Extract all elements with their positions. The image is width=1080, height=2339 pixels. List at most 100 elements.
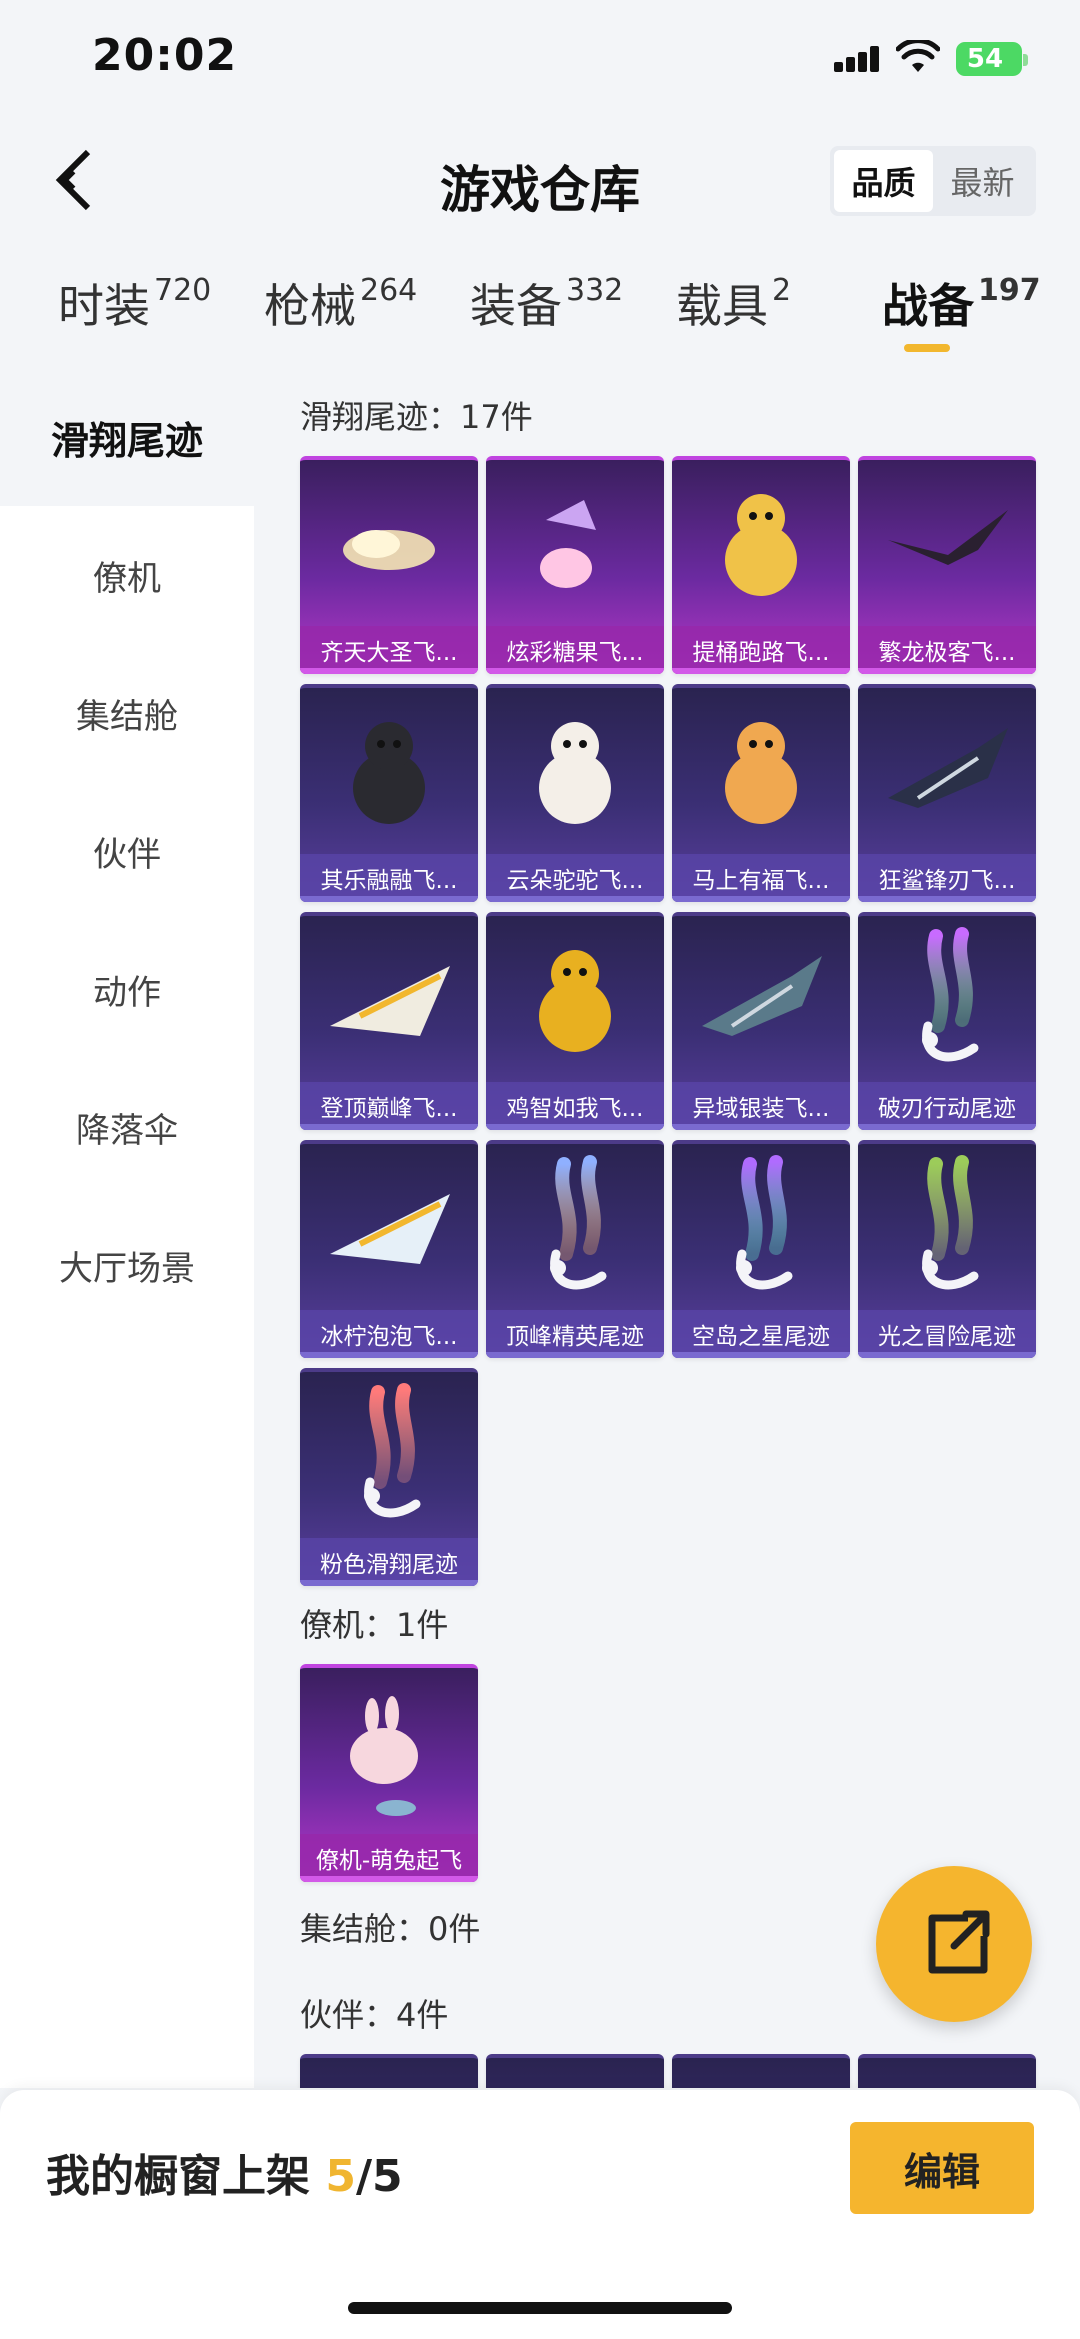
section-title: 滑翔尾迹：17件 bbox=[300, 398, 533, 436]
item-card[interactable]: 其乐融融飞... bbox=[300, 684, 478, 902]
rarity-strip bbox=[300, 1876, 478, 1882]
golden-cloud-icon bbox=[343, 530, 435, 570]
battery-icon: 54 bbox=[956, 42, 1028, 76]
item-card[interactable]: 顶峰精英尾迹 bbox=[486, 1140, 664, 1358]
share-external-icon bbox=[928, 1910, 990, 1974]
tab-count: 720 bbox=[154, 273, 212, 308]
item-name: 其乐融融飞... bbox=[300, 854, 478, 902]
rarity-strip bbox=[486, 1352, 664, 1358]
item-card[interactable] bbox=[672, 2054, 850, 2088]
horse-mascot-icon bbox=[725, 722, 797, 824]
tab-label: 战备 bbox=[882, 279, 974, 333]
tab-label: 装备 bbox=[470, 279, 562, 333]
tab-count: 264 bbox=[360, 273, 418, 308]
item-name: 异域银装飞... bbox=[672, 1082, 850, 1130]
sort-option-quality[interactable]: 品质 bbox=[834, 150, 933, 212]
jet-glider-icon bbox=[330, 966, 450, 1036]
tab-fashion[interactable]: 时装 720 bbox=[58, 270, 211, 336]
back-button[interactable] bbox=[44, 142, 114, 218]
cellular-signal-icon bbox=[834, 46, 880, 72]
smoke-trail-icon bbox=[736, 1155, 793, 1290]
item-card[interactable]: 炫彩糖果飞... bbox=[486, 456, 664, 674]
item-grid: 齐天大圣飞... 炫彩糖果飞... 提桶跑路飞... 繁龙极客飞... 其乐融融飞...… bbox=[300, 456, 1036, 1586]
rarity-strip bbox=[672, 668, 850, 674]
tab-battle-gear[interactable]: 战备 197 bbox=[882, 270, 1041, 336]
active-tab-indicator bbox=[904, 344, 950, 352]
tab-count: 2 bbox=[772, 273, 792, 308]
share-button[interactable] bbox=[876, 1866, 1032, 2022]
item-card[interactable] bbox=[858, 2054, 1036, 2088]
item-card[interactable]: 异域银装飞... bbox=[672, 912, 850, 1130]
edit-button[interactable]: 编辑 bbox=[850, 2122, 1034, 2214]
sort-toggle: 品质 最新 bbox=[830, 146, 1036, 216]
sidebar-item-parachute[interactable]: 降落伞 bbox=[0, 1058, 254, 1196]
item-card[interactable] bbox=[486, 2054, 664, 2088]
sidebar-item-partner[interactable]: 伙伴 bbox=[0, 782, 254, 920]
sidebar-item-lobby-scene[interactable]: 大厅场景 bbox=[0, 1196, 254, 1334]
item-name: 鸡智如我飞... bbox=[486, 1082, 664, 1130]
item-card[interactable]: 粉色滑翔尾迹 bbox=[300, 1368, 478, 1586]
sidebar-item-emote[interactable]: 动作 bbox=[0, 920, 254, 1058]
sidebar-item-assembly-pod[interactable]: 集结舱 bbox=[0, 644, 254, 782]
item-card[interactable]: 登顶巅峰飞... bbox=[300, 912, 478, 1130]
item-name: 顶峰精英尾迹 bbox=[486, 1310, 664, 1358]
rarity-strip bbox=[300, 1124, 478, 1130]
rarity-strip bbox=[858, 1352, 1036, 1358]
item-name: 破刃行动尾迹 bbox=[858, 1082, 1036, 1130]
item-card[interactable]: 空岛之星尾迹 bbox=[672, 1140, 850, 1358]
item-card[interactable]: 僚机-萌兔起飞 bbox=[300, 1664, 478, 1882]
item-content: 滑翔尾迹：17件 齐天大圣飞... 炫彩糖果飞... 提桶跑路飞... 繁龙极客飞..… bbox=[254, 368, 1080, 2088]
item-name: 繁龙极客飞... bbox=[858, 626, 1036, 674]
item-name: 炫彩糖果飞... bbox=[486, 626, 664, 674]
tab-label: 枪械 bbox=[264, 279, 356, 333]
item-grid: 僚机-萌兔起飞 bbox=[300, 1664, 1036, 1882]
tab-firearms[interactable]: 枪械 264 bbox=[264, 270, 417, 336]
rarity-strip bbox=[858, 1124, 1036, 1130]
battery-level: 54 bbox=[966, 44, 1004, 74]
item-card[interactable]: 提桶跑路飞... bbox=[672, 456, 850, 674]
item-name: 冰柠泡泡飞... bbox=[300, 1310, 478, 1358]
item-card[interactable]: 齐天大圣飞... bbox=[300, 456, 478, 674]
silver-wing-glider-icon bbox=[702, 956, 822, 1036]
tab-equipment[interactable]: 装备 332 bbox=[470, 270, 623, 336]
rarity-strip bbox=[672, 1352, 850, 1358]
status-time: 20:02 bbox=[92, 30, 238, 81]
smoke-trail-icon bbox=[922, 927, 979, 1062]
item-name: 光之冒险尾迹 bbox=[858, 1310, 1036, 1358]
item-card[interactable]: 马上有福飞... bbox=[672, 684, 850, 902]
sort-option-newest[interactable]: 最新 bbox=[933, 150, 1032, 212]
alpaca-mascot-icon bbox=[539, 722, 611, 824]
partner-icon bbox=[858, 2058, 1036, 2088]
penguin-mascot-icon bbox=[353, 722, 425, 824]
tab-vehicles[interactable]: 载具 2 bbox=[676, 270, 791, 336]
item-name: 登顶巅峰飞... bbox=[300, 1082, 478, 1130]
sidebar-item-wingman[interactable]: 僚机 bbox=[0, 506, 254, 644]
item-card[interactable]: 破刃行动尾迹 bbox=[858, 912, 1036, 1130]
item-card[interactable] bbox=[300, 2054, 478, 2088]
item-card[interactable]: 冰柠泡泡飞... bbox=[300, 1140, 478, 1358]
showcase-status: 我的橱窗上架 5/5 bbox=[46, 2140, 403, 2204]
tab-label: 载具 bbox=[676, 279, 768, 333]
dragon-glider-icon bbox=[888, 510, 1008, 565]
item-card[interactable]: 光之冒险尾迹 bbox=[858, 1140, 1036, 1358]
section-title: 伙伴：4件 bbox=[300, 1996, 449, 2034]
chevron-left-icon bbox=[55, 149, 91, 211]
bunny-drone-icon bbox=[350, 1696, 418, 1816]
tab-label: 时装 bbox=[58, 279, 150, 333]
rarity-strip bbox=[486, 668, 664, 674]
smoke-trail-icon bbox=[550, 1155, 607, 1290]
partner-icon bbox=[672, 2058, 850, 2088]
bee-mascot-icon bbox=[725, 494, 797, 596]
item-name: 粉色滑翔尾迹 bbox=[300, 1538, 478, 1586]
item-card[interactable]: 繁龙极客飞... bbox=[858, 456, 1036, 674]
item-card[interactable]: 鸡智如我飞... bbox=[486, 912, 664, 1130]
rarity-strip bbox=[486, 1124, 664, 1130]
rarity-strip bbox=[858, 668, 1036, 674]
home-indicator bbox=[348, 2302, 732, 2314]
rarity-strip bbox=[300, 1580, 478, 1586]
rarity-strip bbox=[858, 896, 1036, 902]
item-card[interactable]: 云朵驼驼飞... bbox=[486, 684, 664, 902]
item-card[interactable]: 狂鲨锋刃飞... bbox=[858, 684, 1036, 902]
rarity-strip bbox=[300, 896, 478, 902]
sidebar-item-glide-trail[interactable]: 滑翔尾迹 bbox=[0, 368, 254, 506]
